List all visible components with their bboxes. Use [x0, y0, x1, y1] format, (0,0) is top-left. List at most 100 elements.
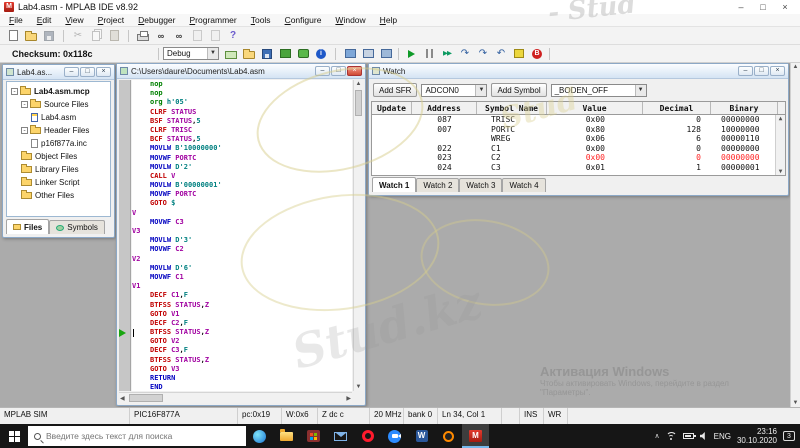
step-into-icon[interactable]: ↷ [457, 46, 473, 61]
menu-window[interactable]: Window [328, 14, 372, 27]
menu-programmer[interactable]: Programmer [182, 14, 243, 27]
add-sfr-button[interactable]: Add SFR [373, 83, 418, 97]
code-line[interactable]: MOVWF C3 [132, 218, 352, 227]
program-target-icon[interactable] [342, 46, 358, 61]
code-line[interactable]: BTFSS STATUS,Z [132, 328, 352, 337]
sfr-select[interactable]: ADCON0 ▼ [421, 83, 488, 97]
code-line[interactable]: RETURN [132, 374, 352, 383]
watch-row-wreg[interactable]: WREG 0x06 6 00000110 [372, 134, 785, 144]
project-maximize-icon[interactable]: □ [80, 67, 95, 77]
speaker-icon[interactable] [699, 432, 705, 440]
reset-icon[interactable] [511, 46, 527, 61]
opera-icon[interactable] [354, 424, 381, 448]
scroll-left-icon[interactable]: ◀ [120, 395, 125, 402]
help-icon[interactable]: ? [225, 28, 241, 43]
mdi-vertical-scrollbar[interactable]: ▲ ▼ [790, 63, 800, 407]
goto-bookmark-icon[interactable] [207, 28, 223, 43]
scroll-up-icon[interactable]: ▲ [791, 64, 800, 70]
tree-item-library-files[interactable]: Library Files [9, 163, 110, 176]
column-header-binary[interactable]: Binary [711, 102, 778, 114]
tab-watch-2[interactable]: Watch 2 [416, 178, 460, 192]
code-line[interactable]: MOVLW D'2' [132, 163, 352, 172]
editor-window-titlebar[interactable]: C:\Users\daure\Documents\Lab4.asm – □ × [117, 64, 365, 79]
code-line[interactable]: MOVWF C2 [132, 245, 352, 254]
watch-scrollbar[interactable]: ▲ ▼ [775, 115, 785, 175]
column-header-decimal[interactable]: Decimal [643, 102, 711, 114]
find-icon[interactable]: ∞ [153, 28, 169, 43]
editor-maximize-icon[interactable]: □ [331, 66, 346, 76]
bookmark-icon[interactable] [189, 28, 205, 43]
main-titlebar[interactable]: M Lab4.asm - MPLAB IDE v8.92 – □ × [0, 0, 800, 14]
watch-row-portc[interactable]: 007 PORTC 0x80 128 10000000 [372, 125, 785, 135]
tree-item-lab4-asm-mcp[interactable]: - Lab4.asm.mcp [9, 85, 110, 98]
watch-row-c2[interactable]: 023 C2 0x00 0 00000000 [372, 153, 785, 163]
battery-icon[interactable] [682, 433, 696, 439]
menu-configure[interactable]: Configure [278, 14, 329, 27]
code-line[interactable]: GOTO $ [132, 199, 352, 208]
notifications-icon[interactable]: 3 [783, 431, 795, 441]
code-line[interactable]: MOVLW D'3' [132, 236, 352, 245]
build-config-select[interactable]: Debug ▼ [163, 47, 219, 60]
search-input[interactable] [46, 431, 226, 441]
wifi-icon[interactable] [665, 432, 677, 440]
edge-icon[interactable] [246, 424, 273, 448]
read-target-icon[interactable] [360, 46, 376, 61]
code-line[interactable]: V1 [132, 282, 352, 291]
tray-clock[interactable]: 23:16 30.10.2020 [737, 427, 777, 445]
code-line[interactable]: MOVLW D'6' [132, 264, 352, 273]
menu-help[interactable]: Help [373, 14, 404, 27]
watch-window-titlebar[interactable]: Watch – □ × [369, 64, 788, 79]
cut-icon[interactable]: ✂ [70, 28, 86, 43]
scroll-up-icon[interactable]: ▲ [354, 81, 363, 87]
tree-collapse-icon[interactable]: - [21, 101, 28, 108]
menu-file[interactable]: File [2, 14, 30, 27]
tree-collapse-icon[interactable]: - [21, 127, 28, 134]
column-header-address[interactable]: Address [412, 102, 477, 114]
close-icon[interactable]: × [774, 0, 796, 14]
watch-maximize-icon[interactable]: □ [754, 66, 769, 76]
code-line[interactable]: DECF C1,F [132, 291, 352, 300]
tab-symbols[interactable]: Symbols [49, 220, 105, 234]
code-line[interactable]: GOTO V2 [132, 337, 352, 346]
code-editor[interactable]: nop nop org h'05' CLRF STATUS BSF STATUS,5 CL… [132, 80, 352, 391]
save-workspace-icon[interactable] [259, 46, 275, 61]
tree-item-p16f877a-inc[interactable]: p16f877a.inc [9, 137, 110, 150]
code-line[interactable]: MOVWF PORTC [132, 190, 352, 199]
tree-item-object-files[interactable]: Object Files [9, 150, 110, 163]
taskbar-search[interactable] [28, 426, 246, 446]
editor-close-icon[interactable]: × [347, 66, 362, 76]
menu-tools[interactable]: Tools [244, 14, 278, 27]
tray-expand-icon[interactable]: ∧ [654, 432, 659, 440]
watch-row-trisc[interactable]: 087 TRISC 0x00 0 00000000 [372, 115, 785, 125]
scroll-right-icon[interactable]: ▶ [346, 395, 351, 402]
code-line[interactable]: MOVWF PORTC [132, 154, 352, 163]
scroll-down-icon[interactable]: ▼ [776, 168, 785, 175]
code-line[interactable]: BSF STATUS,5 [132, 117, 352, 126]
file-explorer-icon[interactable] [273, 424, 300, 448]
verify-target-icon[interactable] [378, 46, 394, 61]
tab-files[interactable]: Files [6, 219, 50, 234]
word-icon[interactable]: W [408, 424, 435, 448]
watch-row-c3[interactable]: 024 C3 0x01 1 00000001 [372, 163, 785, 173]
tree-item-linker-script[interactable]: Linker Script [9, 176, 110, 189]
code-line[interactable]: MOVLW B'00000001' [132, 181, 352, 190]
column-header-update[interactable]: Update [372, 102, 412, 114]
print-icon[interactable] [135, 28, 151, 43]
tree-item-header-files[interactable]: - Header Files [9, 124, 110, 137]
code-line[interactable]: org h'05' [132, 98, 352, 107]
scroll-down-icon[interactable]: ▼ [791, 400, 800, 406]
copy-icon[interactable] [88, 28, 104, 43]
language-indicator[interactable]: ENG [714, 432, 731, 441]
tree-collapse-icon[interactable]: - [11, 88, 18, 95]
minimize-icon[interactable]: – [730, 0, 752, 14]
symbol-select[interactable]: _BODEN_OFF ▼ [550, 83, 647, 97]
project-close-icon[interactable]: × [96, 67, 111, 77]
animate-icon[interactable]: ▶▶ [439, 46, 455, 61]
menu-edit[interactable]: Edit [30, 14, 59, 27]
step-over-icon[interactable]: ↷ [475, 46, 491, 61]
make-icon[interactable] [295, 46, 311, 61]
tree-item-lab4-asm[interactable]: Lab4.asm [9, 111, 110, 124]
zoom-icon[interactable] [381, 424, 408, 448]
code-line[interactable]: CALL V [132, 172, 352, 181]
new-file-icon[interactable] [5, 28, 21, 43]
